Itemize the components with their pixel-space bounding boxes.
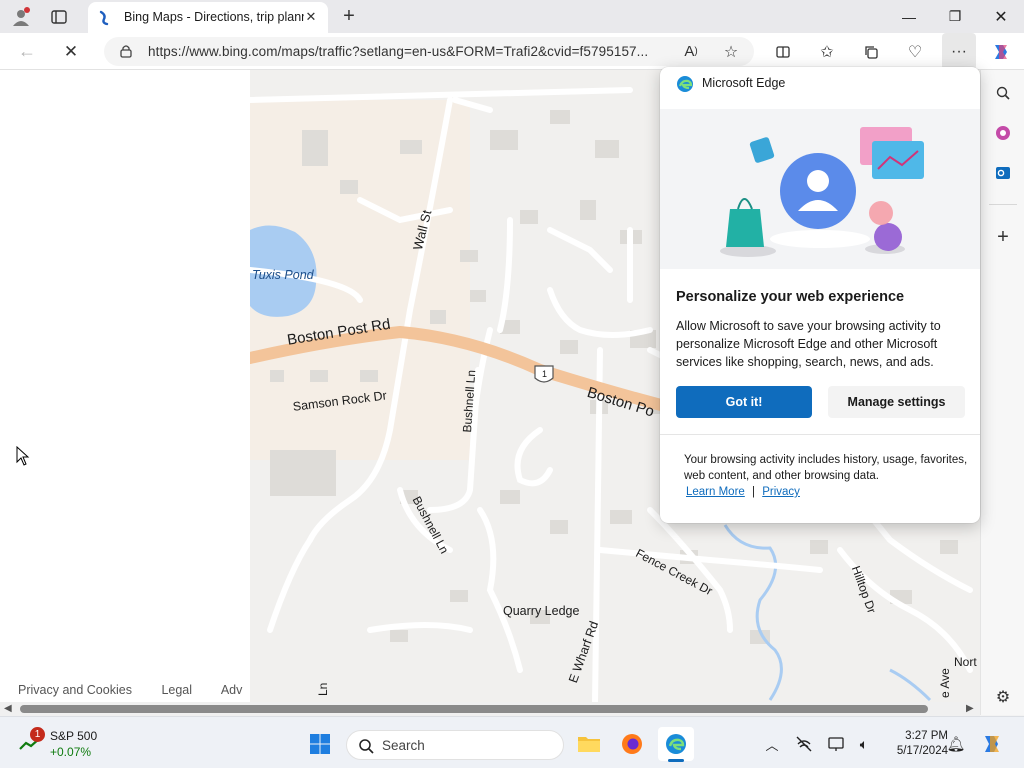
popup-body: Allow Microsoft to save your browsing ac…: [676, 319, 941, 369]
minimize-icon[interactable]: —: [886, 0, 932, 33]
map-label-route-1: 1: [542, 369, 548, 379]
map-label-tuxis-pond: Tuxis Pond: [252, 268, 314, 282]
link-separator: |: [752, 486, 756, 498]
map-label-quarry-ledge: Quarry Ledge: [503, 604, 580, 618]
learn-more-link[interactable]: Learn More: [686, 486, 745, 498]
tab-actions-icon[interactable]: [50, 8, 68, 26]
directions-panel: Privacy and Cookies Legal Adv: [0, 70, 250, 702]
popup-divider: [660, 434, 980, 435]
privacy-link[interactable]: Privacy: [762, 486, 800, 498]
taskbar-search-box[interactable]: Search: [346, 730, 564, 760]
edge-sidebar: + ⚙: [980, 70, 1024, 715]
active-app-indicator: [668, 759, 684, 762]
read-aloud-icon[interactable]: A): [674, 33, 708, 70]
copilot-taskbar-icon[interactable]: [974, 727, 1010, 761]
start-windows-icon[interactable]: [302, 727, 338, 761]
copilot-icon[interactable]: [984, 33, 1018, 70]
file-explorer-icon[interactable]: [571, 727, 607, 761]
mouse-cursor-icon: [16, 445, 30, 471]
stock-name: S&P 500: [50, 729, 98, 743]
legal-link[interactable]: Legal: [161, 683, 192, 697]
sidebar-outlook-icon[interactable]: [981, 158, 1024, 188]
restore-icon[interactable]: ❐: [932, 0, 978, 33]
settings-more-icon[interactable]: ···: [942, 33, 976, 70]
volume-icon[interactable]: 🔈︎: [846, 727, 882, 761]
footer-links: Privacy and Cookies Legal Adv: [18, 683, 268, 697]
firefox-icon[interactable]: [614, 727, 650, 761]
advertise-link[interactable]: Adv: [221, 683, 243, 697]
address-bar[interactable]: https://www.bing.com/maps/traffic?setlan…: [104, 37, 754, 66]
popup-note: Your browsing activity includes history,…: [684, 454, 968, 482]
lock-icon[interactable]: [118, 43, 134, 59]
url-text[interactable]: https://www.bing.com/maps/traffic?setlan…: [148, 44, 728, 59]
windows-taskbar: 1 S&P 500 +0.07% Search ︿ 🔈︎ 3:27 PM 5/1…: [0, 716, 1024, 768]
notification-bell-icon[interactable]: 🔔︎: [938, 727, 974, 761]
edge-logo-icon: [676, 75, 694, 93]
personalize-popup: Microsoft Edge Personalize your web expe…: [660, 67, 980, 523]
favorite-star-icon[interactable]: ☆: [714, 33, 748, 70]
privacy-cookies-link[interactable]: Privacy and Cookies: [18, 683, 132, 697]
popup-links: Learn More | Privacy: [686, 486, 800, 498]
sidebar-settings-gear-icon[interactable]: ⚙: [981, 682, 1024, 712]
map-label-north: Nort: [954, 655, 977, 669]
sidebar-office-icon[interactable]: [981, 118, 1024, 148]
sidebar-divider: [989, 204, 1017, 205]
personalize-illustration: [660, 109, 980, 269]
tab-title: Bing Maps - Directions, trip planner: [124, 10, 304, 24]
popup-heading: Personalize your web experience: [676, 289, 905, 305]
network-off-icon[interactable]: [786, 727, 822, 761]
scroll-left-arrow-icon[interactable]: ◀: [4, 703, 12, 714]
stock-badge: 1: [30, 727, 45, 742]
stop-loading-icon[interactable]: ✕: [54, 33, 88, 70]
new-tab-icon[interactable]: +: [338, 4, 360, 28]
scroll-right-arrow-icon[interactable]: ▶: [966, 703, 974, 714]
collections-icon[interactable]: [854, 33, 888, 70]
horizontal-scrollbar[interactable]: ◀ ▶: [0, 702, 980, 716]
bing-favicon-icon: [98, 10, 112, 26]
got-it-button[interactable]: Got it!: [676, 386, 812, 418]
edge-taskbar-icon[interactable]: [658, 727, 694, 762]
back-icon[interactable]: ←: [10, 33, 44, 70]
popup-header: Microsoft Edge: [702, 76, 786, 90]
manage-settings-button[interactable]: Manage settings: [828, 386, 965, 418]
tab-bing-maps[interactable]: Bing Maps - Directions, trip planner ✕: [88, 2, 328, 33]
sidebar-search-icon[interactable]: [981, 78, 1024, 108]
map-label-ln: Ln: [316, 682, 330, 696]
show-hidden-icons-icon[interactable]: ︿: [754, 727, 790, 761]
map-label-ave: e Ave: [938, 668, 952, 698]
profile-icon[interactable]: [10, 6, 32, 28]
favorites-icon[interactable]: ✩: [810, 33, 844, 70]
taskbar-search-placeholder: Search: [382, 738, 425, 753]
taskbar-search-icon: [358, 738, 374, 759]
split-screen-icon[interactable]: [766, 33, 800, 70]
address-toolbar: ← ✕ https://www.bing.com/maps/traffic?se…: [0, 33, 1024, 70]
stock-widget[interactable]: 1 S&P 500 +0.07%: [18, 725, 108, 761]
close-window-icon[interactable]: ✕: [978, 0, 1024, 33]
stock-change: +0.07%: [50, 745, 92, 759]
sidebar-add-icon[interactable]: +: [981, 222, 1024, 252]
tab-close-icon[interactable]: ✕: [302, 8, 320, 26]
scroll-thumb[interactable]: [20, 705, 928, 713]
title-bar: Bing Maps - Directions, trip planner ✕ +…: [0, 0, 1024, 33]
browser-essentials-icon[interactable]: ♡: [898, 33, 932, 70]
